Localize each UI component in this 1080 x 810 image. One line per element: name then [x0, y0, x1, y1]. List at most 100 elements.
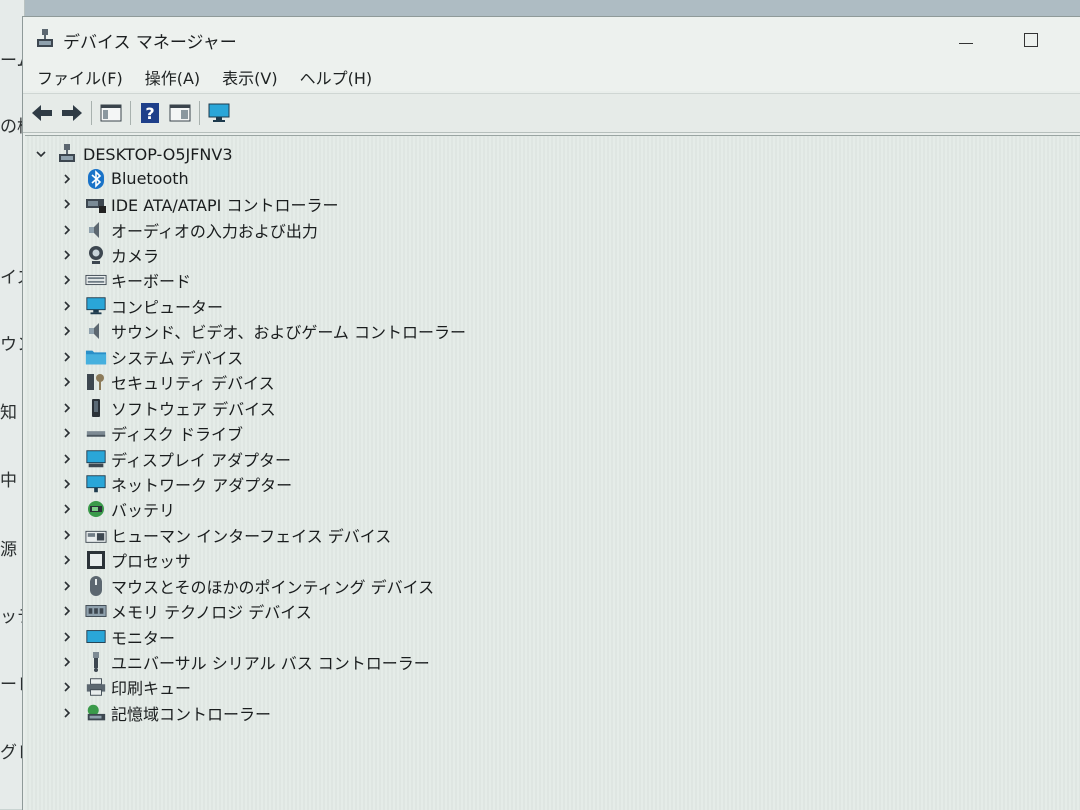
tree-item-label: ヒューマン インターフェイス デバイス [111, 526, 392, 546]
chevron-right-icon[interactable] [59, 705, 75, 721]
tree-item[interactable]: コンピューター [59, 293, 466, 318]
tree-item-label: ネットワーク アダプター [111, 475, 293, 495]
chevron-down-icon[interactable] [33, 146, 49, 162]
tree-item[interactable]: セキュリティ デバイス [59, 370, 466, 395]
chevron-right-icon[interactable] [59, 400, 75, 416]
chevron-right-icon[interactable] [59, 552, 75, 568]
chevron-right-icon[interactable] [59, 629, 75, 645]
tree-item[interactable]: 記憶域コントローラー [59, 700, 466, 725]
tree-item-label: ディスク ドライブ [111, 425, 243, 445]
chevron-right-icon[interactable] [59, 476, 75, 492]
tree-item[interactable]: ソフトウェア デバイス [59, 395, 466, 420]
device-tree-pane[interactable]: DESKTOP-O5JFNV3 Bluetooth IDE ATA/ATAPI コ… [25, 135, 1080, 810]
menu-file[interactable]: ファイル(F) [33, 63, 135, 91]
chevron-right-icon[interactable] [59, 578, 75, 594]
tree-item-label: コンピューター [111, 297, 224, 317]
tree-item-label: モニター [111, 628, 176, 648]
tree-item[interactable]: 印刷キュー [59, 675, 466, 700]
tree-item[interactable]: オーディオの入力および出力 [59, 217, 466, 242]
chevron-right-icon[interactable] [59, 222, 75, 238]
computer-root-icon [57, 143, 79, 165]
network-adapter-icon [85, 473, 107, 495]
toolbar-separator [130, 101, 131, 125]
tree-item[interactable]: マウスとそのほかのポインティング デバイス [59, 573, 466, 598]
tree-item[interactable]: ディスク ドライブ [59, 420, 466, 445]
keyboard-icon [85, 269, 107, 291]
tree-item[interactable]: ヒューマン インターフェイス デバイス [59, 522, 466, 547]
processor-icon [85, 549, 107, 571]
show-hide-console-tree-button[interactable] [98, 100, 124, 126]
window-title: デバイス マネージャー [63, 33, 237, 53]
chevron-right-icon[interactable] [59, 603, 75, 619]
tree-item-label: カメラ [111, 247, 160, 267]
tree-item[interactable]: ディスプレイ アダプター [59, 446, 466, 471]
properties-button[interactable] [167, 100, 193, 126]
maximize-button[interactable] [1008, 23, 1054, 57]
device-manager-window: デバイス マネージャー ファイル(F) 操作(A) 表示(V) ヘルプ(H) ?… [22, 16, 1080, 810]
maximize-icon [1024, 33, 1038, 47]
printer-icon [85, 676, 107, 698]
background-text: 中 [0, 471, 17, 491]
chevron-right-icon[interactable] [59, 451, 75, 467]
menu-help[interactable]: ヘルプ(H) [296, 63, 385, 91]
tree-item[interactable]: モニター [59, 624, 466, 649]
chevron-right-icon[interactable] [59, 323, 75, 339]
device-manager-icon [35, 28, 57, 50]
help-button[interactable]: ? [137, 100, 163, 126]
toolbar-separator [91, 101, 92, 125]
tree-item[interactable]: プロセッサ [59, 548, 466, 573]
chevron-right-icon[interactable] [59, 298, 75, 314]
minimize-button[interactable] [943, 23, 989, 57]
tree-item[interactable]: ユニバーサル シリアル バス コントローラー [59, 649, 466, 674]
chevron-right-icon[interactable] [59, 679, 75, 695]
ide-controller-icon [85, 193, 107, 215]
computer-icon [85, 295, 107, 317]
tree-item-label: バッテリ [111, 501, 176, 521]
chevron-right-icon[interactable] [59, 247, 75, 263]
tree-item-label: IDE ATA/ATAPI コントローラー [111, 196, 339, 216]
forward-arrow-icon [62, 105, 82, 121]
tree-item[interactable]: ネットワーク アダプター [59, 471, 466, 496]
tree-item[interactable]: メモリ テクノロジ デバイス [59, 598, 466, 623]
chevron-right-icon[interactable] [59, 501, 75, 517]
security-key-icon [85, 371, 107, 393]
menu-view[interactable]: 表示(V) [218, 63, 289, 91]
properties-icon [169, 104, 191, 122]
minimize-icon [959, 42, 973, 44]
chevron-right-icon[interactable] [59, 654, 75, 670]
storage-controller-icon [85, 702, 107, 724]
tree-root-computer[interactable]: DESKTOP-O5JFNV3 [33, 142, 233, 166]
disk-drive-icon [85, 422, 107, 444]
tree-item-label: オーディオの入力および出力 [111, 221, 318, 241]
tree-item[interactable]: Bluetooth [59, 166, 466, 191]
tree-item[interactable]: サウンド、ビデオ、およびゲーム コントローラー [59, 319, 466, 344]
system-folder-icon [85, 346, 107, 368]
tree-item[interactable]: キーボード [59, 268, 466, 293]
background-text: 知 [0, 403, 17, 423]
chevron-right-icon[interactable] [59, 196, 75, 212]
chevron-right-icon[interactable] [59, 272, 75, 288]
device-category-list: Bluetooth IDE ATA/ATAPI コントローラー オーディオの入力およ… [59, 166, 466, 726]
forward-button[interactable] [59, 100, 85, 126]
back-button[interactable] [29, 100, 55, 126]
toolbar-separator [199, 101, 200, 125]
scan-hardware-monitor-icon [208, 103, 230, 122]
tree-item[interactable]: バッテリ [59, 497, 466, 522]
console-tree-icon [100, 104, 122, 122]
tree-item[interactable]: システム デバイス [59, 344, 466, 369]
menu-action[interactable]: 操作(A) [141, 63, 212, 91]
scan-hardware-button[interactable] [206, 100, 232, 126]
chevron-right-icon[interactable] [59, 349, 75, 365]
tree-item-label: サウンド、ビデオ、およびゲーム コントローラー [111, 323, 467, 343]
tree-item-label: キーボード [111, 272, 192, 292]
tree-item[interactable]: カメラ [59, 242, 466, 267]
tree-item-label: ユニバーサル シリアル バス コントローラー [111, 654, 430, 674]
chevron-right-icon[interactable] [59, 425, 75, 441]
title-bar[interactable]: デバイス マネージャー [23, 17, 1080, 63]
menu-bar: ファイル(F) 操作(A) 表示(V) ヘルプ(H) [23, 63, 1080, 91]
background-text: の検 [0, 117, 22, 137]
chevron-right-icon[interactable] [59, 527, 75, 543]
chevron-right-icon[interactable] [59, 374, 75, 390]
tree-item[interactable]: IDE ATA/ATAPI コントローラー [59, 191, 466, 216]
chevron-right-icon[interactable] [59, 171, 75, 187]
